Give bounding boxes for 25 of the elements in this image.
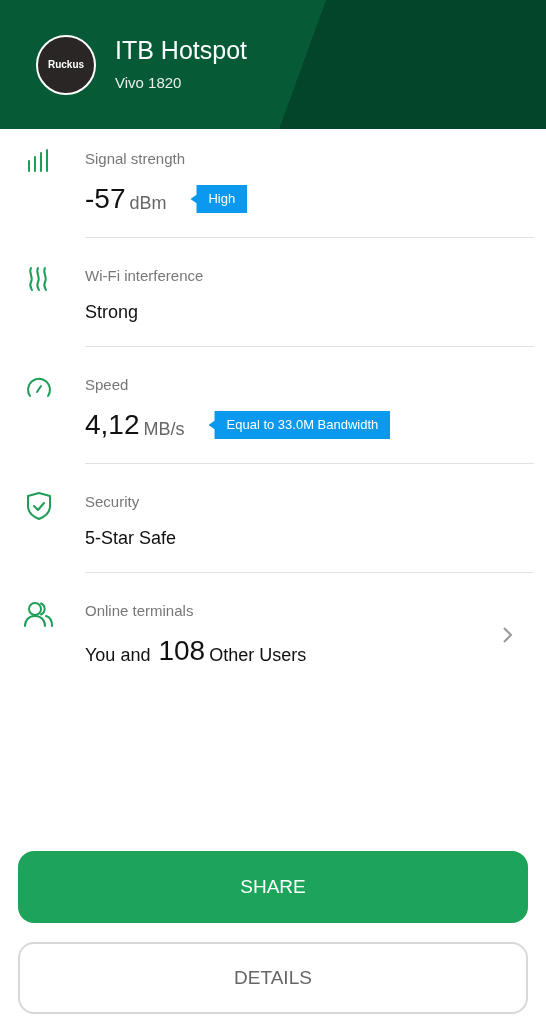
- info-badge: Equal to 33.0M Bandwidth: [208, 411, 391, 439]
- users-icon: [23, 601, 54, 627]
- value-unit: Other Users: [209, 643, 307, 667]
- row-label: Online terminals: [85, 601, 195, 621]
- info-badge: High: [190, 185, 248, 213]
- speedometer-icon: [24, 375, 53, 399]
- value-prefix: You and: [85, 643, 151, 667]
- row-value: 108: [158, 634, 206, 668]
- network-title: ITB Hotspot: [115, 35, 247, 67]
- value-unit: dBm: [129, 191, 167, 215]
- row-label: Wi-Fi interference: [85, 266, 205, 286]
- row-label: Speed: [85, 375, 130, 395]
- chevron-right-icon[interactable]: [502, 626, 514, 644]
- row-value: 4,12: [85, 408, 140, 442]
- share-button[interactable]: SHARE: [18, 851, 528, 923]
- network-subtitle: Vivo 1820: [115, 73, 183, 94]
- row-label: Security: [85, 492, 141, 512]
- value-unit: MB/s: [143, 417, 185, 441]
- network-logo: Ruckus: [36, 34, 96, 95]
- row-label: Signal strength: [85, 149, 187, 169]
- shield-check-icon: [25, 492, 52, 520]
- row-value: -57: [85, 182, 126, 216]
- row-value: Strong: [85, 301, 139, 324]
- row-value: 5-Star Safe: [85, 527, 177, 550]
- details-button[interactable]: DETAILS: [18, 942, 528, 1014]
